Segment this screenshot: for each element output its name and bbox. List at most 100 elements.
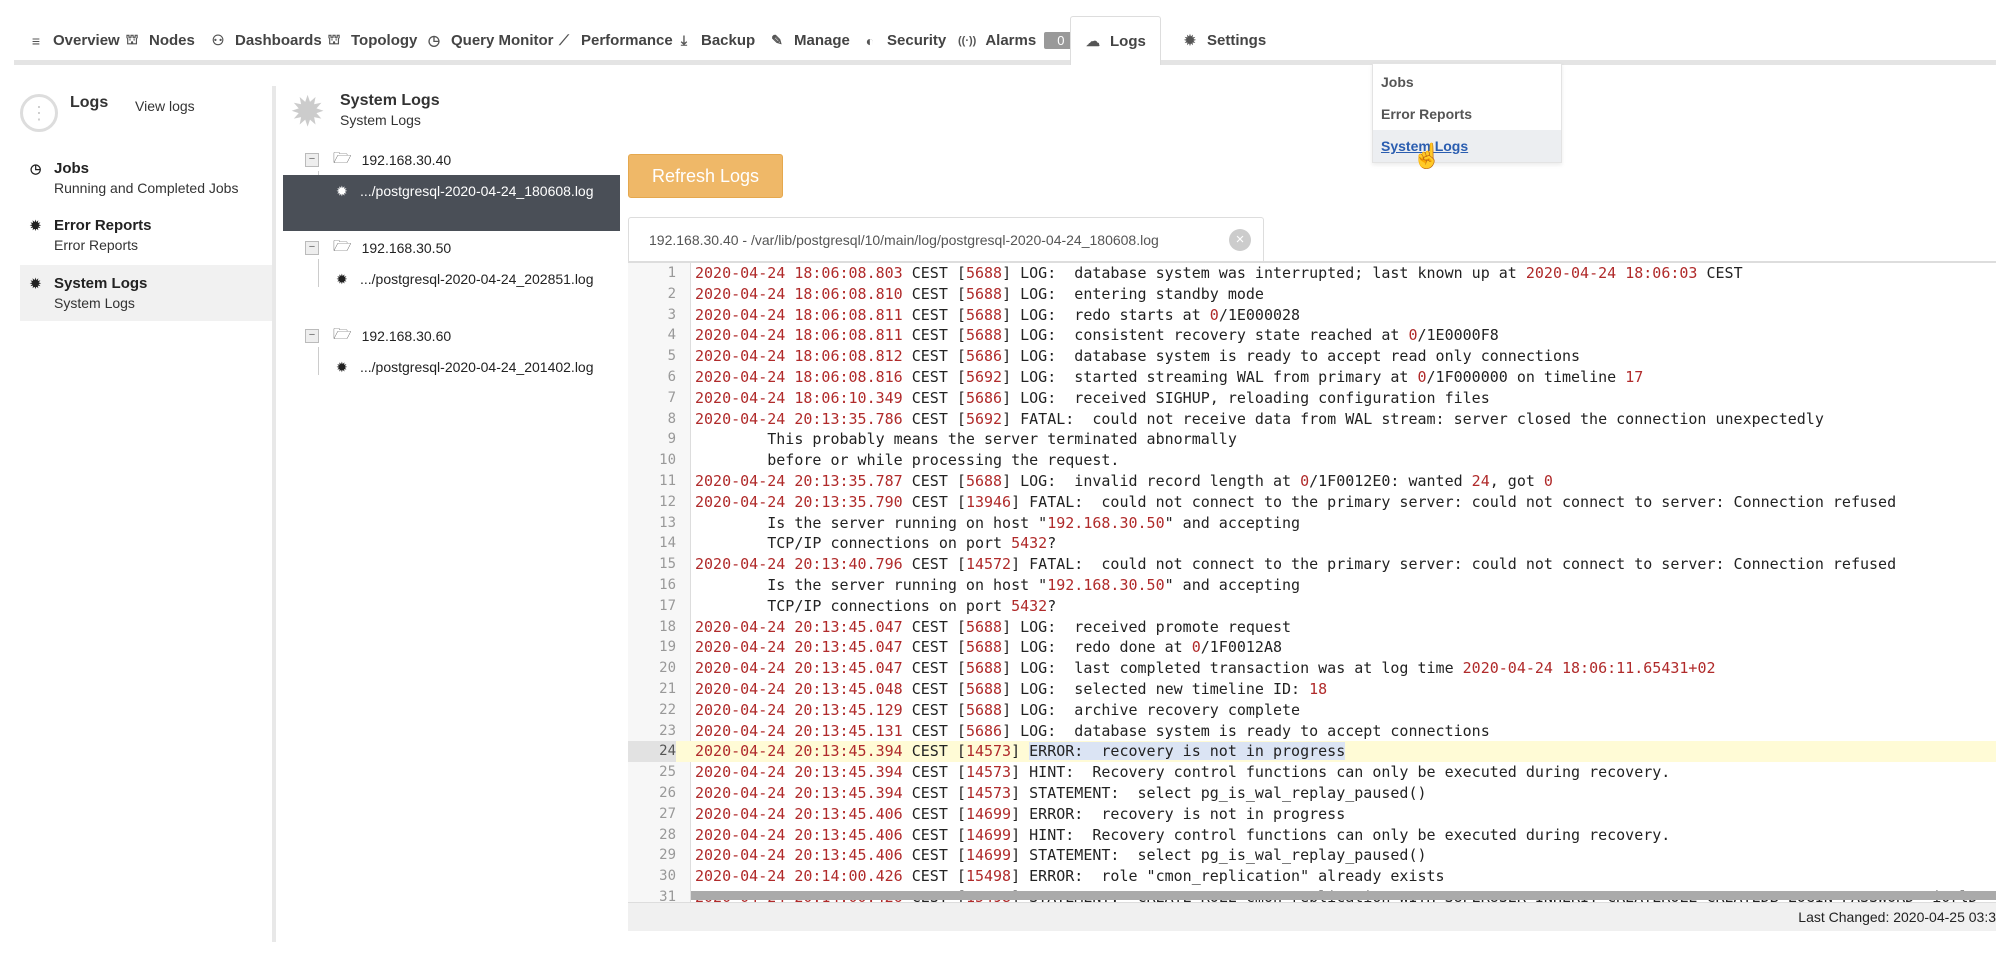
line-number: 18 xyxy=(659,618,676,635)
line-number: 28 xyxy=(659,826,676,843)
nav-dashboards[interactable]: ⚇ Dashboards xyxy=(210,18,322,63)
log-line[interactable]: 18 2020-04-24 20:13:45.047 CEST [5688] LO… xyxy=(628,617,1996,638)
log-line[interactable]: 12 2020-04-24 20:13:35.790 CEST [13946] F… xyxy=(628,492,1996,513)
tree-file-label: .../postgresql-2020-04-24_202851.log xyxy=(360,271,594,287)
log-line[interactable]: 28 2020-04-24 20:13:45.406 CEST [14699] H… xyxy=(628,825,1996,846)
nav-settings[interactable]: ✹ Settings xyxy=(1182,18,1266,63)
tree-host[interactable]: − 🗁 192.168.30.50 xyxy=(283,235,451,261)
horizontal-scrollbar[interactable] xyxy=(691,891,1996,900)
log-line[interactable]: 2 2020-04-24 18:06:08.810 CEST [5688] LOG… xyxy=(628,284,1996,305)
line-number: 4 xyxy=(667,327,676,344)
nav-label: Performance xyxy=(581,32,673,49)
log-line[interactable]: 23 2020-04-24 20:13:45.131 CEST [5686] LO… xyxy=(628,721,1996,742)
log-line-text: Is the server running on host "192.168.3… xyxy=(695,513,1301,532)
log-line[interactable]: 25 2020-04-24 20:13:45.394 CEST [14573] H… xyxy=(628,762,1996,783)
page-subtitle: System Logs xyxy=(340,112,421,128)
log-line[interactable]: 26 2020-04-24 20:13:45.394 CEST [14573] S… xyxy=(628,783,1996,804)
gear-icon: ✹ xyxy=(336,271,348,287)
log-line[interactable]: 8 2020-04-24 20:13:35.786 CEST [5692] FAT… xyxy=(628,409,1996,430)
line-number: 26 xyxy=(659,785,676,801)
log-line-text: This probably means the server terminate… xyxy=(695,430,1237,449)
line-number: 2 xyxy=(667,285,676,302)
log-viewer[interactable]: 1 2020-04-24 18:06:08.803 CEST [5688] LOG… xyxy=(628,261,1996,904)
log-line[interactable]: 17 TCP/IP connections on port 5432? xyxy=(628,596,1996,617)
log-line[interactable]: 24 2020-04-24 20:13:45.394 CEST [14573] E… xyxy=(628,741,1996,763)
menu-item-jobs[interactable]: Jobs xyxy=(1373,66,1561,98)
log-line[interactable]: 20 2020-04-24 20:13:45.047 CEST [5688] LO… xyxy=(628,658,1996,679)
tree-host[interactable]: − 🗁 192.168.30.40 xyxy=(283,147,451,173)
collapse-icon[interactable]: − xyxy=(305,153,319,167)
log-line[interactable]: 21 2020-04-24 20:13:45.048 CEST [5688] LO… xyxy=(628,679,1996,700)
line-number: 3 xyxy=(667,306,676,323)
log-line[interactable]: 30 2020-04-24 20:14:00.426 CEST [15498] E… xyxy=(628,866,1996,887)
log-line-text: 2020-04-24 18:06:10.349 CEST [5686] LOG:… xyxy=(695,388,1490,407)
line-number: 15 xyxy=(659,556,676,573)
line-number: 14 xyxy=(659,535,676,552)
log-line[interactable]: 4 2020-04-24 18:06:08.811 CEST [5688] LOG… xyxy=(628,325,1996,346)
close-icon[interactable]: × xyxy=(1229,229,1251,251)
refresh-logs-button[interactable]: Refresh Logs xyxy=(628,154,783,198)
collapse-icon[interactable]: − xyxy=(305,329,319,343)
log-line[interactable]: 6 2020-04-24 18:06:08.816 CEST [5692] LOG… xyxy=(628,367,1996,388)
log-line[interactable]: 14 TCP/IP connections on port 5432? xyxy=(628,533,1996,554)
log-line[interactable]: 11 2020-04-24 20:13:35.787 CEST [5688] LO… xyxy=(628,471,1996,492)
tree-file[interactable]: ✹ .../postgresql-2020-04-24_180608.log xyxy=(283,175,620,231)
hand-cursor-icon: ☝ xyxy=(1412,143,1442,170)
nav-alarms[interactable]: ((·)) Alarms 0 xyxy=(958,18,1078,63)
nav-nodes[interactable]: ⛫ Nodes xyxy=(124,18,195,63)
sidebar-item-error-reports[interactable]: ✹ Error Reports Error Reports xyxy=(20,207,272,263)
collapse-icon[interactable]: − xyxy=(305,241,319,255)
nav-overview[interactable]: ≡ Overview xyxy=(28,18,120,63)
sidebar-item-label: System Logs xyxy=(54,275,148,292)
nav-backup[interactable]: ⤓ Backup xyxy=(676,18,755,63)
log-line[interactable]: 16 Is the server running on host "192.16… xyxy=(628,575,1996,596)
nav-security[interactable]: ◐ Security xyxy=(862,18,946,63)
line-number: 17 xyxy=(659,597,676,614)
log-line-text: 2020-04-24 20:13:45.394 CEST [14573] STA… xyxy=(695,784,1427,802)
line-number: 13 xyxy=(659,514,676,531)
log-line-text: TCP/IP connections on port 5432? xyxy=(695,596,1057,615)
nav-manage[interactable]: ✎ Manage xyxy=(769,18,850,63)
log-line[interactable]: 7 2020-04-24 18:06:10.349 CEST [5686] LOG… xyxy=(628,388,1996,409)
gear-icon: ✹ xyxy=(336,359,348,375)
menu-item-error-reports[interactable]: Error Reports xyxy=(1373,98,1561,130)
nav-performance[interactable]: ⟋ Performance xyxy=(556,18,673,63)
log-line[interactable]: 1 2020-04-24 18:06:08.803 CEST [5688] LOG… xyxy=(628,263,1996,284)
line-number: 8 xyxy=(667,410,676,427)
log-line[interactable]: 19 2020-04-24 20:13:45.047 CEST [5688] LO… xyxy=(628,637,1996,658)
nav-topology[interactable]: ⛫ Topology xyxy=(326,18,418,63)
log-line[interactable]: 10 before or while processing the reques… xyxy=(628,450,1996,471)
nav-label: Nodes xyxy=(149,32,195,49)
download-icon: ⤓ xyxy=(680,32,688,48)
clock-icon: ◷ xyxy=(30,161,42,176)
tree-file[interactable]: ✹ .../postgresql-2020-04-24_201402.log xyxy=(283,351,620,407)
tree-file[interactable]: ✹ .../postgresql-2020-04-24_202851.log xyxy=(283,263,620,319)
log-line[interactable]: 29 2020-04-24 20:13:45.406 CEST [14699] S… xyxy=(628,845,1996,866)
tree-host-label: 192.168.30.50 xyxy=(361,240,452,256)
tree-host-label: 192.168.30.60 xyxy=(361,328,452,344)
log-line[interactable]: 5 2020-04-24 18:06:08.812 CEST [5686] LOG… xyxy=(628,346,1996,367)
line-number: 20 xyxy=(659,660,676,677)
log-line[interactable]: 9 This probably means the server termina… xyxy=(628,429,1996,450)
log-line[interactable]: 22 2020-04-24 20:13:45.129 CEST [5688] LO… xyxy=(628,700,1996,721)
nav-logs[interactable]: ☁ Logs xyxy=(1070,16,1161,65)
log-line[interactable]: 27 2020-04-24 20:13:45.406 CEST [14699] E… xyxy=(628,804,1996,825)
line-number: 9 xyxy=(667,431,676,448)
log-line[interactable]: 15 2020-04-24 20:13:40.796 CEST [14572] F… xyxy=(628,554,1996,575)
folder-open-icon: 🗁 xyxy=(333,149,352,167)
sidebar-item-system-logs[interactable]: ✹ System Logs System Logs xyxy=(20,265,272,321)
gear-icon: ✹ xyxy=(30,276,41,291)
log-line[interactable]: 13 Is the server running on host "192.16… xyxy=(628,513,1996,534)
nav-query-monitor[interactable]: ◷ Query Monitor xyxy=(426,18,554,63)
sidebar-item-sub: Running and Completed Jobs xyxy=(54,180,239,196)
log-line-text: 2020-04-24 20:13:45.047 CEST [5688] LOG:… xyxy=(695,617,1292,636)
nav-label: Backup xyxy=(701,32,756,49)
sidebar-item-jobs[interactable]: ◷ Jobs Running and Completed Jobs xyxy=(20,150,272,206)
line-number: 30 xyxy=(659,868,676,885)
log-line-text: 2020-04-24 18:06:08.812 CEST [5686] LOG:… xyxy=(695,347,1581,366)
line-number: 24 xyxy=(628,741,676,763)
log-file-tab[interactable]: 192.168.30.40 - /var/lib/postgresql/10/m… xyxy=(628,217,1264,261)
log-line[interactable]: 3 2020-04-24 18:06:08.811 CEST [5688] LOG… xyxy=(628,305,1996,326)
menu-item-system-logs[interactable]: System Logs xyxy=(1373,130,1561,162)
tree-host[interactable]: − 🗁 192.168.30.60 xyxy=(283,323,451,349)
